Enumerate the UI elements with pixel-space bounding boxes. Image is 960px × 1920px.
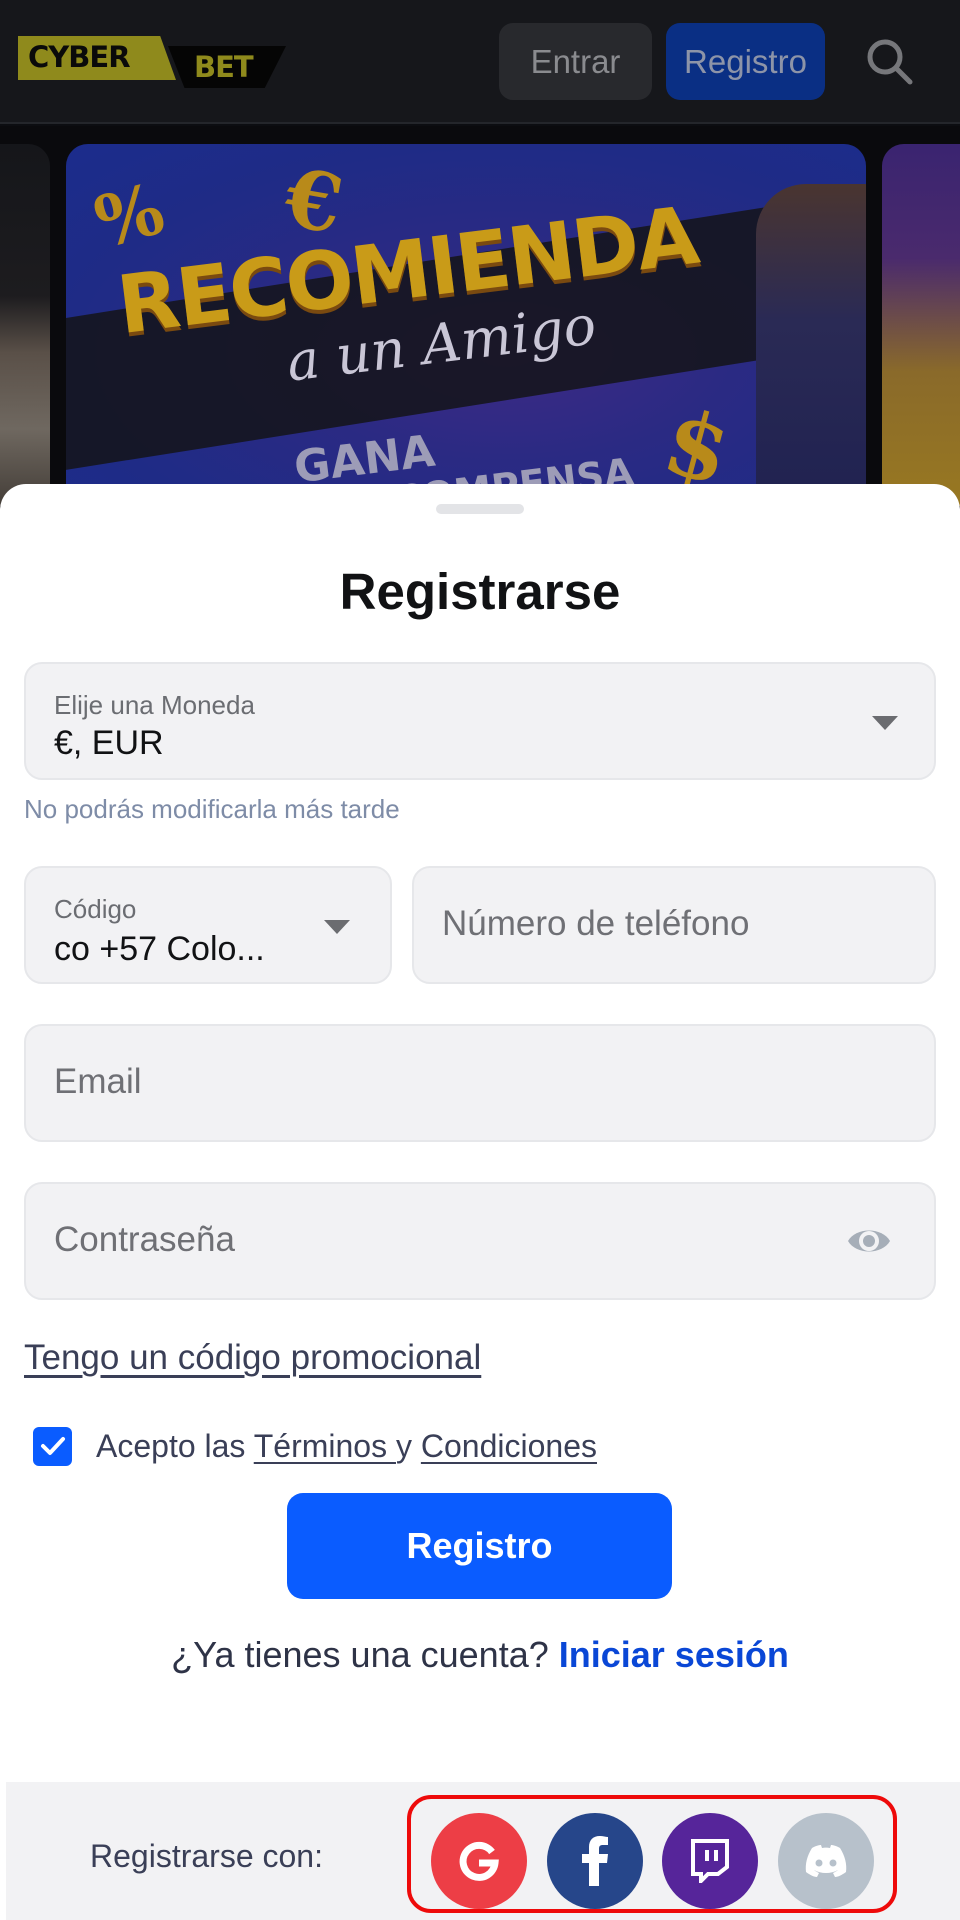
twitch-icon [691,1839,729,1883]
phone-code-label: Código [54,894,137,924]
chevron-down-icon [324,920,350,934]
sheet-title: Registrarse [339,563,621,620]
currency-value: €, EUR [54,724,164,762]
terms-text: Acepto las Términos y Condiciones [96,1428,597,1465]
terms-joiner: y [395,1427,421,1464]
login-prompt-text: ¿Ya tienes una cuenta? [171,1634,559,1675]
email-input[interactable]: Email [24,1024,936,1142]
chevron-down-icon [872,716,898,730]
register-sheet: Registrarse Elije una Moneda €, EUR No p… [0,484,960,1920]
terms-checkbox[interactable] [33,1426,72,1466]
register-button-header[interactable]: Registro [666,23,825,100]
currency-select[interactable]: Elije una Moneda €, EUR [24,662,936,780]
login-prompt: ¿Ya tienes una cuenta? Iniciar sesión [0,1634,960,1676]
terms-row: Acepto las Términos y Condiciones [33,1425,597,1467]
register-submit-button[interactable]: Registro [287,1493,672,1599]
password-input[interactable]: Contraseña [24,1182,936,1300]
promo-carousel[interactable]: % € $ RECOMIENDA a un Amigo GANA RECOMPE… [0,126,960,506]
terms-prefix: Acepto las [96,1427,254,1464]
promo-code-link[interactable]: Tengo un código promocional [24,1338,481,1378]
social-register-label: Registrarse con: [90,1838,323,1874]
page: CYBER BET Entrar Registro % € $ RECOMIEN… [0,0,960,1920]
login-link[interactable]: Iniciar sesión [559,1634,789,1675]
facebook-icon [582,1836,608,1886]
discord-register-button[interactable] [778,1813,874,1909]
currency-hint: No podrás modificarla más tarde [24,794,400,824]
search-icon[interactable] [862,34,918,90]
password-placeholder: Contraseña [54,1220,235,1259]
logo-text-cyber: CYBER [28,40,131,74]
logo-text-bet: BET [194,50,254,84]
carousel-slide-prev[interactable] [0,144,50,506]
top-navbar: CYBER BET Entrar Registro [0,0,960,124]
facebook-register-button[interactable] [547,1813,643,1909]
currency-label: Elije una Moneda [54,690,255,720]
login-button[interactable]: Entrar [499,23,652,100]
phone-number-input[interactable]: Número de teléfono [412,866,936,984]
eye-icon[interactable] [846,1224,892,1258]
phone-code-select[interactable]: Código co +57 Colo... [24,866,392,984]
carousel-slide-next[interactable] [882,144,960,506]
social-buttons-highlight [407,1795,897,1913]
email-placeholder: Email [54,1062,142,1101]
percent-decoration: % [86,166,173,265]
phone-number-placeholder: Número de teléfono [442,904,750,943]
banner-person-image [756,184,866,506]
social-register-bar: Registrarse con: [6,1782,960,1920]
checkmark-icon [40,1437,65,1455]
phone-code-value: co +57 Colo... [54,930,265,968]
terms-link[interactable]: Términos [254,1428,396,1464]
google-register-button[interactable] [431,1813,527,1909]
twitch-register-button[interactable] [662,1813,758,1909]
sheet-drag-handle[interactable] [436,504,524,514]
conditions-link[interactable]: Condiciones [421,1428,597,1464]
google-icon [459,1841,499,1881]
cyberbet-logo[interactable]: CYBER BET [18,36,288,90]
carousel-slide-referral[interactable]: % € $ RECOMIENDA a un Amigo GANA RECOMPE… [66,144,866,506]
discord-icon [805,1845,847,1877]
